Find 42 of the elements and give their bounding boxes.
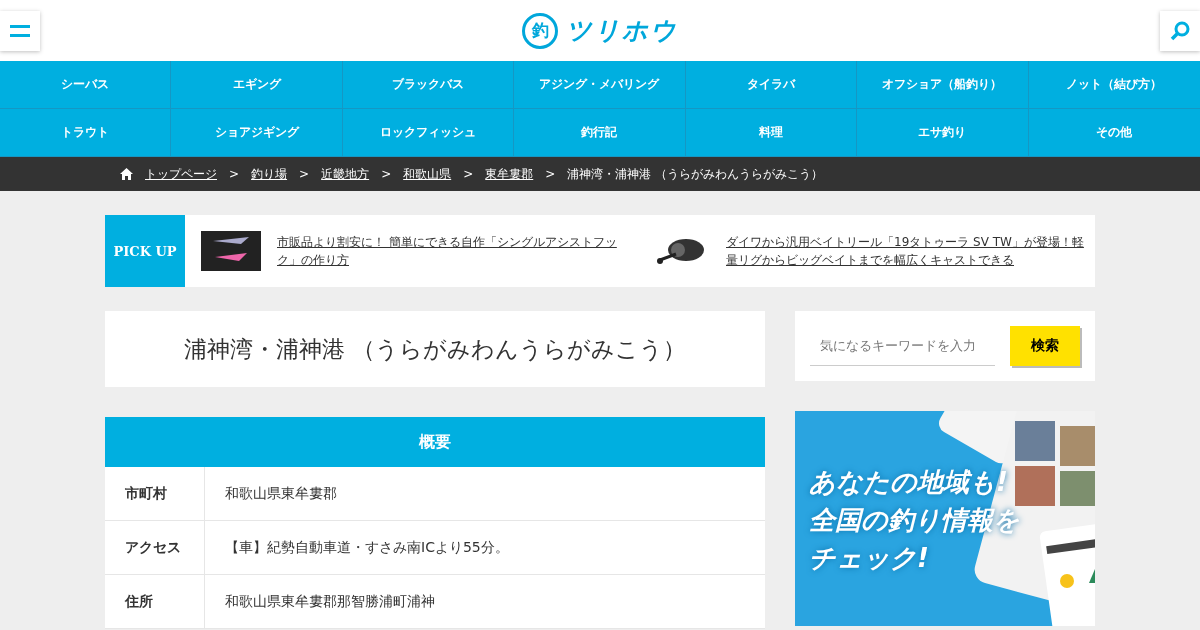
row-value: 【車】紀勢自動車道・すさみ南ICより55分。 [224, 537, 509, 557]
search-icon [1170, 20, 1190, 41]
breadcrumb-separator: > [381, 167, 392, 181]
menu-button[interactable] [0, 10, 40, 51]
breadcrumb-link[interactable]: 釣り場 [251, 165, 288, 183]
nav-link[interactable]: ブラックバス [342, 61, 515, 109]
menu-icon [10, 22, 30, 39]
breadcrumb-separator: > [545, 167, 556, 181]
breadcrumb-separator: > [229, 167, 240, 181]
nav-link[interactable]: ノット（結び方） [1028, 61, 1200, 109]
search-submit-button[interactable]: 検索 [1010, 326, 1080, 366]
pickup-label: PICK UP [105, 215, 185, 287]
breadcrumb-separator: > [463, 167, 474, 181]
breadcrumb-link[interactable]: トップページ [145, 165, 217, 183]
row-label: 住所 [105, 575, 205, 628]
breadcrumb-link[interactable]: 和歌山県 [403, 165, 452, 183]
pickup-link[interactable]: 市販品より割安に！ 簡単にできる自作「シングルアシストフック」の作り方 [277, 233, 637, 269]
nav-link[interactable]: オフショア（船釣り） [857, 61, 1029, 109]
nav-link[interactable]: シーバス [0, 61, 172, 109]
breadcrumb-link[interactable]: 近畿地方 [321, 165, 370, 183]
nav-link[interactable]: アジング・メバリング [514, 61, 686, 109]
row-value: 和歌山県東牟婁郡 [224, 483, 337, 503]
nav-link[interactable]: エギング [171, 61, 343, 109]
home-icon [120, 168, 133, 180]
search-form[interactable]: 気になるキーワードを入力 検索 [795, 311, 1095, 381]
lure-icon [201, 231, 261, 271]
table-heading: 概要 [105, 417, 765, 467]
pickup-link[interactable]: ダイワから汎用ベイトリール「19タトゥーラ SV TW」が登場！軽量リグからビッグベイトまでを幅広くキャストできる [726, 233, 1086, 269]
banner-headline: チェック! [809, 542, 930, 575]
banner-headline: あなたの地域も! [809, 466, 1009, 499]
banner-drawing[interactable] [795, 411, 1095, 626]
logo-text[interactable]: ツリホウ [566, 14, 678, 47]
search-button[interactable] [1160, 10, 1200, 51]
breadcrumb-separator: > [299, 167, 310, 181]
breadcrumb-link[interactable]: 東牟婁郡 [485, 165, 534, 183]
page-title: 浦神湾・浦神港 （うらがみわんうらがみこう） [105, 311, 765, 387]
row-label: 市町村 [105, 467, 205, 520]
logo-mark[interactable]: 釣 [522, 12, 558, 49]
row-label: アクセス [105, 521, 205, 574]
page-location-text: 浦神湾・浦神港 （うらがみわんうらがみこう） [567, 165, 824, 183]
nav-link[interactable]: タイラバ [685, 61, 858, 109]
row-value: 和歌山県東牟婁郡那智勝浦町浦神 [224, 591, 435, 611]
